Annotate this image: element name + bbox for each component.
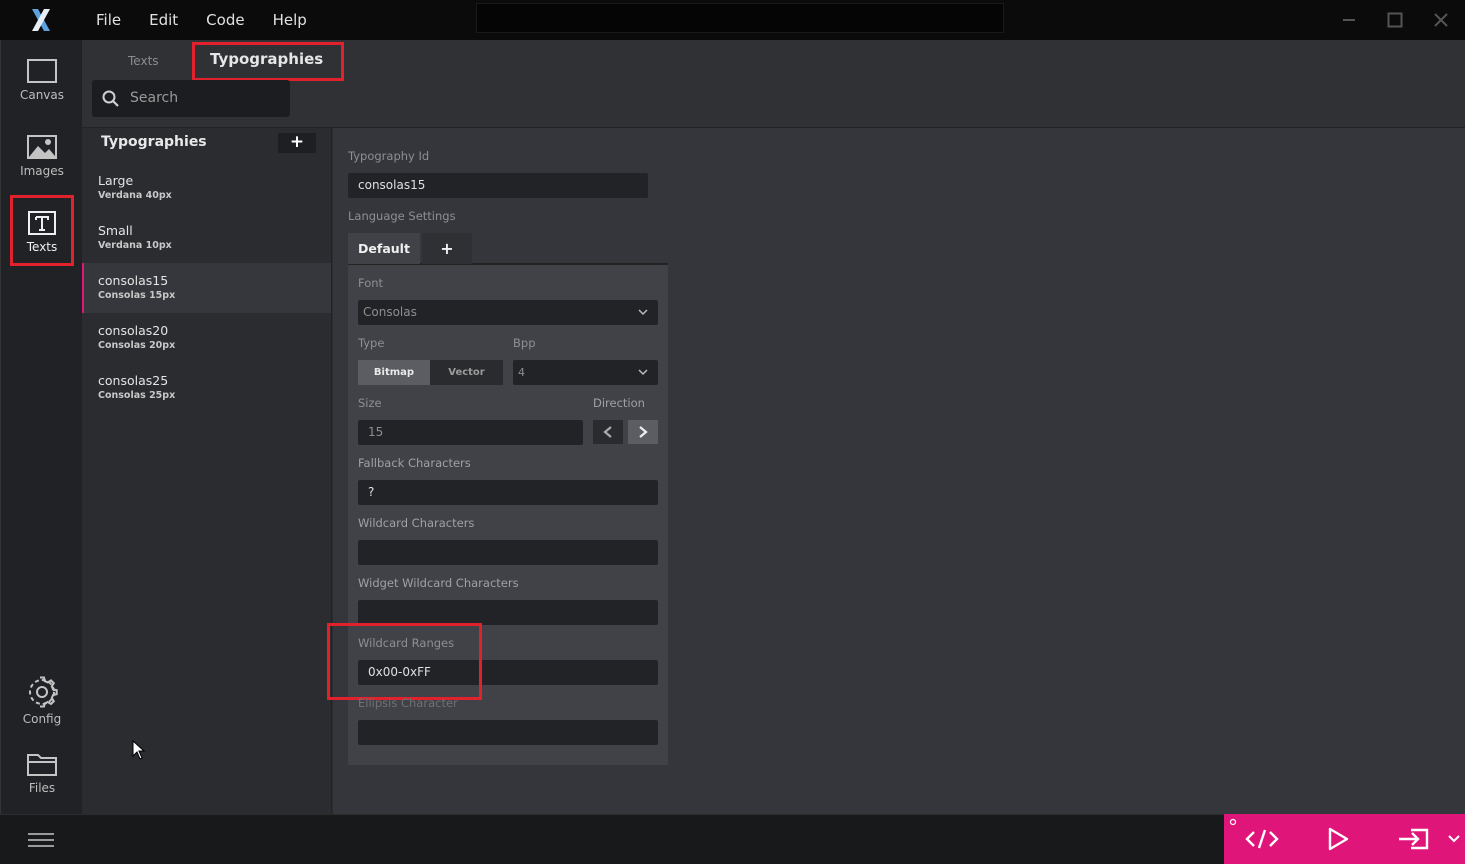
deploy-options-button[interactable] xyxy=(1446,814,1462,864)
wildcard-ranges-label: Wildcard Ranges xyxy=(358,636,455,650)
chevron-down-icon xyxy=(1448,835,1460,843)
typography-id-input[interactable]: consolas15 xyxy=(348,173,648,198)
folder-icon xyxy=(27,754,57,776)
run-simulator-button[interactable] xyxy=(1318,814,1358,864)
typography-list-item-selected[interactable]: consolas15 Consolas 15px xyxy=(82,263,331,313)
typography-font-size: Consolas 20px xyxy=(98,340,176,351)
minimize-icon[interactable] xyxy=(1326,0,1372,40)
maximize-icon[interactable] xyxy=(1372,0,1418,40)
title-field xyxy=(476,3,1004,33)
typography-list-panel: Typographies + Large Verdana 40px Small … xyxy=(82,128,332,814)
size-label: Size xyxy=(358,396,382,410)
bpp-label: Bpp xyxy=(513,336,536,350)
left-navigation-rail: Canvas Images Texts Config Files xyxy=(0,40,82,814)
chevron-down-icon xyxy=(638,369,648,376)
text-icon xyxy=(28,211,56,235)
search-input[interactable]: Search xyxy=(130,80,178,117)
close-icon[interactable] xyxy=(1418,0,1464,40)
action-bar xyxy=(1224,814,1465,864)
hamburger-menu-icon[interactable] xyxy=(28,833,54,847)
tab-typographies[interactable]: Typographies xyxy=(210,44,323,74)
typographies-heading: Typographies xyxy=(101,134,207,150)
chevron-right-icon xyxy=(639,426,648,438)
rail-config-label: Config xyxy=(22,712,62,726)
ellipsis-character-label: Ellipsis Character xyxy=(358,696,458,710)
menu-file[interactable]: File xyxy=(82,0,135,40)
language-settings-panel xyxy=(348,265,668,765)
fallback-characters-input[interactable]: ? xyxy=(358,480,658,505)
bpp-select-value: 4 xyxy=(518,366,525,379)
size-input[interactable]: 15 xyxy=(358,420,583,445)
language-settings-label: Language Settings xyxy=(348,209,456,223)
wildcard-characters-label: Wildcard Characters xyxy=(358,516,475,530)
status-dot-icon xyxy=(1229,818,1237,826)
direction-left-button[interactable] xyxy=(593,420,623,444)
search-icon xyxy=(102,90,119,107)
font-select[interactable]: Consolas xyxy=(358,300,658,325)
rail-texts-label: Texts xyxy=(26,240,58,254)
direction-right-button[interactable] xyxy=(628,420,658,444)
typography-font-size: Consolas 25px xyxy=(98,390,176,401)
menu-code[interactable]: Code xyxy=(192,0,258,40)
font-label: Font xyxy=(358,276,384,290)
rail-files-button[interactable]: Files xyxy=(1,739,83,807)
language-tab-default[interactable]: Default xyxy=(348,233,420,264)
typography-name: consolas25 xyxy=(98,373,169,388)
rail-images-button[interactable]: Images xyxy=(1,122,83,190)
typography-list-item[interactable]: consolas20 Consolas 20px xyxy=(82,313,331,363)
bpp-select[interactable]: 4 xyxy=(513,360,658,385)
typography-font-size: Consolas 15px xyxy=(98,290,176,301)
image-icon xyxy=(27,135,57,159)
wildcard-characters-input[interactable] xyxy=(358,540,658,565)
tab-texts[interactable]: Texts xyxy=(128,46,159,76)
rail-canvas-label: Canvas xyxy=(19,88,65,102)
menu-help[interactable]: Help xyxy=(259,0,321,40)
menu-edit[interactable]: Edit xyxy=(135,0,192,40)
fallback-characters-label: Fallback Characters xyxy=(358,456,471,470)
rail-texts-button[interactable]: Texts xyxy=(1,198,83,266)
typography-font-size: Verdana 40px xyxy=(98,190,172,201)
rail-config-button[interactable]: Config xyxy=(1,667,83,735)
font-select-value: Consolas xyxy=(363,305,417,319)
deploy-button[interactable] xyxy=(1392,814,1434,864)
chevron-left-icon xyxy=(603,426,612,438)
widget-wildcard-characters-input[interactable] xyxy=(358,600,658,625)
gear-icon xyxy=(29,676,58,708)
mouse-cursor-icon xyxy=(132,740,146,760)
menu-bar: File Edit Code Help xyxy=(82,0,321,40)
typography-list-item[interactable]: consolas25 Consolas 25px xyxy=(82,363,331,413)
code-icon xyxy=(1245,829,1279,849)
rail-files-label: Files xyxy=(28,781,56,795)
search-box[interactable]: Search xyxy=(92,80,290,117)
app-logo-icon xyxy=(0,0,82,40)
typography-list-item[interactable]: Large Verdana 40px xyxy=(82,163,331,213)
typography-name: consolas20 xyxy=(98,323,169,338)
add-language-button[interactable]: + xyxy=(422,233,472,264)
typography-name: Large xyxy=(98,173,134,188)
add-typography-button[interactable]: + xyxy=(278,133,316,153)
type-bitmap-button[interactable]: Bitmap xyxy=(358,360,430,385)
wildcard-ranges-input[interactable]: 0x00-0xFF xyxy=(358,660,658,685)
canvas-icon xyxy=(27,59,57,83)
typography-name: consolas15 xyxy=(98,273,169,288)
language-tab-bar: Default + xyxy=(348,233,668,265)
widget-wildcard-characters-label: Widget Wildcard Characters xyxy=(358,576,519,590)
direction-label: Direction xyxy=(593,396,645,410)
play-icon xyxy=(1328,827,1349,851)
type-label: Type xyxy=(358,336,385,350)
chevron-down-icon xyxy=(638,309,648,316)
type-vector-button[interactable]: Vector xyxy=(430,360,503,385)
typography-name: Small xyxy=(98,223,133,238)
typography-font-size: Verdana 10px xyxy=(98,240,172,251)
ellipsis-character-input[interactable] xyxy=(358,720,658,745)
rail-images-label: Images xyxy=(20,164,64,178)
title-bar: File Edit Code Help xyxy=(0,0,1465,40)
generate-code-button[interactable] xyxy=(1238,814,1286,864)
typography-id-label: Typography Id xyxy=(348,149,430,163)
enter-icon xyxy=(1399,828,1429,850)
typography-list-item[interactable]: Small Verdana 10px xyxy=(82,213,331,263)
rail-canvas-button[interactable]: Canvas xyxy=(1,46,83,114)
